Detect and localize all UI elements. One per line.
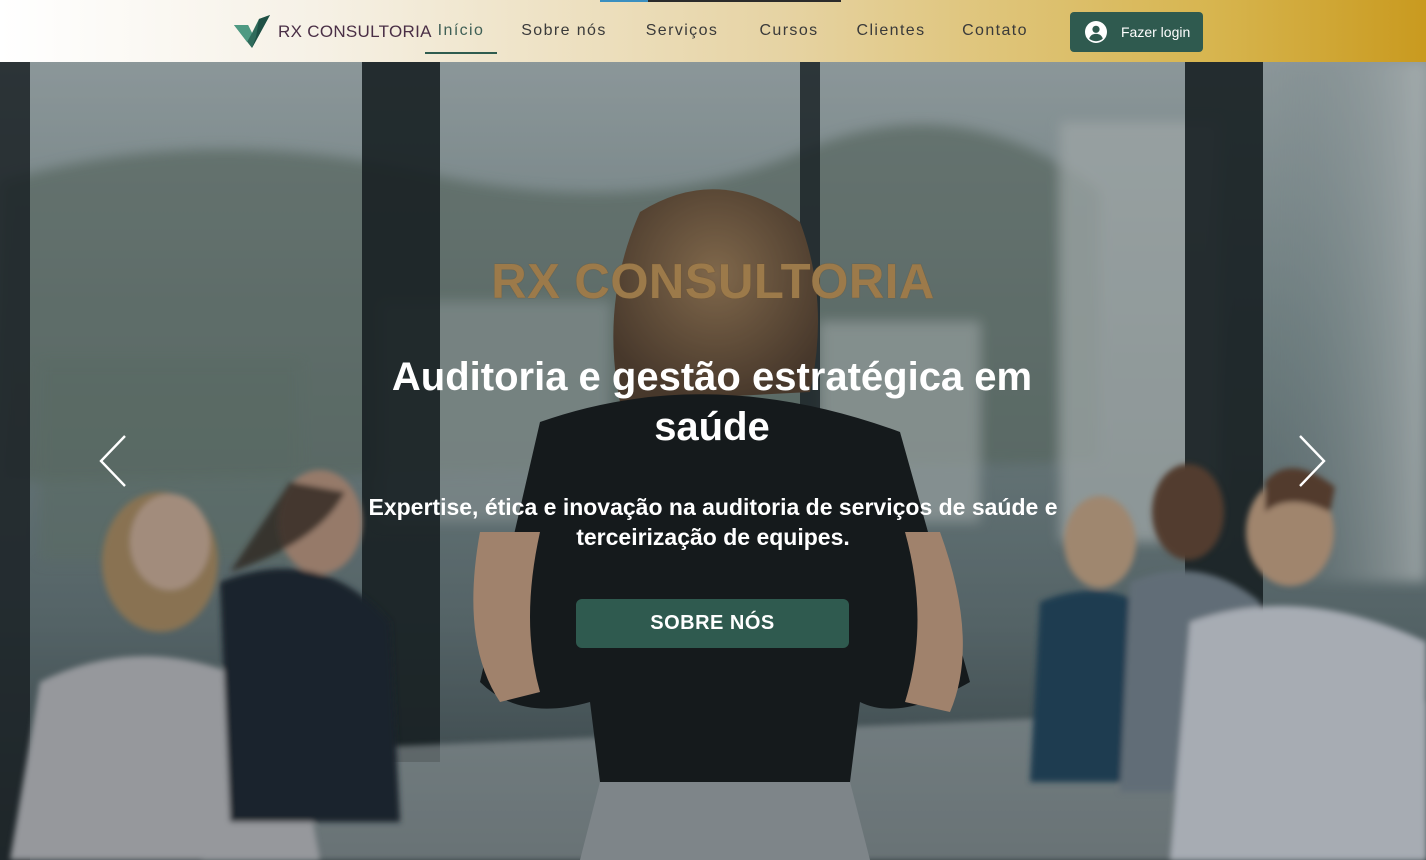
hero-slideshow: RX CONSULTORIA Auditoria e gestão estrat… [0,62,1426,860]
login-label: Fazer login [1121,24,1191,40]
site-header: RX CONSULTORIA Início Sobre nós Serviços… [0,0,1426,62]
nav-item-inicio[interactable]: Início [425,0,497,62]
nav-item-servicos[interactable]: Serviços [631,0,733,62]
nav-item-contato[interactable]: Contato [947,0,1043,62]
hero-title: Auditoria e gestão estratégica em saúde [391,355,1033,449]
nav-item-clientes[interactable]: Clientes [843,0,939,62]
sobre-nos-button[interactable]: SOBRE NÓS [576,599,849,648]
nav-item-cursos[interactable]: Cursos [743,0,835,62]
hero-subtitle: Expertise, ética e inovação na auditoria… [368,494,1058,550]
hero-overlay [0,62,1426,860]
hero-brand-title: RX CONSULTORIA [491,255,935,309]
main-nav: Início Sobre nós Serviços Cursos Cliente… [425,0,1043,62]
user-avatar-icon [1085,21,1107,43]
checkmark-logo-icon [234,15,270,48]
login-button[interactable]: Fazer login [1070,12,1203,52]
logo-text: RX CONSULTORIA [278,22,432,41]
nav-item-sobre-nos[interactable]: Sobre nós [499,0,629,62]
site-logo[interactable]: RX CONSULTORIA [232,15,432,49]
chevron-right-icon[interactable] [1297,434,1327,488]
chevron-left-icon[interactable] [98,434,128,488]
